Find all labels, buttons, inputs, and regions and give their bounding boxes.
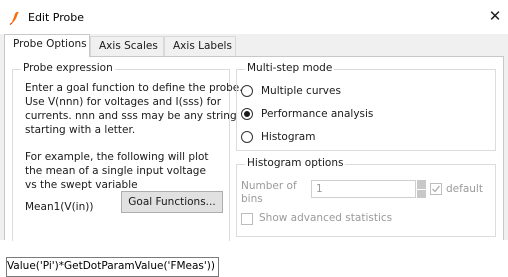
radio-label: Multiple curves	[261, 85, 341, 97]
radio-label: Histogram	[261, 131, 316, 143]
goal-functions-button[interactable]: Goal Functions...	[121, 191, 223, 213]
radio-multiple-curves[interactable]: Multiple curves	[241, 84, 441, 100]
check-icon	[432, 185, 441, 193]
advanced-stats-checkbox[interactable]	[241, 213, 253, 225]
probe-example-text: For example, the following will plot the…	[25, 150, 235, 192]
radio-button-icon	[241, 85, 253, 97]
help-line: Use V(nnn) for voltages and I(sss) for	[25, 96, 222, 108]
histogram-options-legend: Histogram options	[245, 157, 346, 169]
advanced-stats-label: Show advanced statistics	[259, 212, 393, 224]
tab-axis-scales[interactable]: Axis Scales	[90, 36, 164, 56]
probe-expression-input[interactable]: amValue('Pi')*GetDotParamValue('FMeas'))	[6, 257, 219, 277]
probe-expression-group: Probe expression Enter a goal function t…	[12, 62, 243, 241]
radio-button-selected-icon	[241, 108, 253, 120]
probe-expression-legend: Probe expression	[21, 62, 115, 74]
close-icon[interactable]: ✕	[486, 7, 504, 25]
probe-help-text: Enter a goal function to define the prob…	[25, 81, 243, 137]
spin-up-icon[interactable]	[417, 180, 426, 189]
radio-button-icon	[241, 131, 253, 143]
dialog-body: Probe Options Axis Scales Axis Labels Pr…	[0, 34, 508, 277]
bins-input[interactable]: 1	[311, 180, 416, 198]
bins-label-line: Number of	[241, 180, 297, 192]
example-line: vs the swept variable	[25, 179, 138, 191]
title-bar: Edit Probe ✕	[0, 0, 508, 34]
radio-performance-analysis[interactable]: Performance analysis	[241, 107, 441, 123]
radio-histogram[interactable]: Histogram	[241, 130, 441, 146]
example-line: the mean of a single input voltage	[25, 165, 206, 177]
spin-down-icon[interactable]	[417, 189, 426, 198]
probe-expression-value: amValue('Pi')*GetDotParamValue('FMeas'))	[6, 260, 215, 272]
histogram-options-group: Histogram options Number of bins 1 defau…	[236, 157, 496, 237]
help-line: currents. nnn and sss may be any string	[25, 110, 237, 122]
tab-axis-labels[interactable]: Axis Labels	[164, 36, 236, 56]
help-line: starting with a letter.	[25, 124, 136, 136]
default-checkbox[interactable]	[430, 183, 442, 195]
bins-value: 1	[316, 183, 323, 195]
multistep-mode-legend: Multi-step mode	[245, 62, 335, 74]
bins-label: Number of bins	[241, 180, 297, 206]
bins-label-line: bins	[241, 193, 263, 205]
tab-probe-options[interactable]: Probe Options	[4, 34, 90, 57]
default-label: default	[446, 183, 483, 195]
bins-spinner[interactable]	[417, 180, 426, 198]
multistep-mode-group: Multi-step mode Multiple curves Performa…	[236, 62, 496, 151]
help-line: Enter a goal function to define the prob…	[25, 82, 243, 94]
example-line: For example, the following will plot	[25, 151, 209, 163]
example-expression: Mean1(V(in))	[25, 201, 94, 213]
probe-app-icon	[9, 11, 19, 25]
radio-label: Performance analysis	[261, 108, 374, 120]
window-title: Edit Probe	[28, 11, 84, 24]
probe-options-page: Probe expression Enter a goal function t…	[4, 56, 504, 277]
